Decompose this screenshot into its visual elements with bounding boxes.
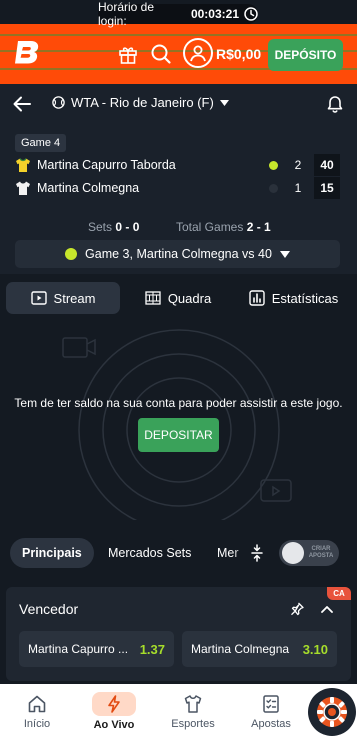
odds-button[interactable]: Martina Capurro ... 1.37 [19,631,174,667]
player-points: 40 [314,154,340,176]
balance-amount[interactable]: R$0,00 [216,46,261,62]
login-timer: Horário de login: 00:03:21 [98,0,258,28]
current-game-selector[interactable]: Game 3, Martina Colmegna vs 40 [15,240,340,268]
header-glitch-line [0,34,357,36]
tab-court[interactable]: Quadra [120,282,236,314]
login-timer-label: Horário de login: [98,0,155,28]
tab-stream[interactable]: Stream [6,282,120,314]
player-row: Martina Colmegna 1 15 [15,177,340,199]
back-arrow-icon[interactable] [12,94,32,114]
shirt-yellow-icon [15,157,31,173]
market-title: Vencedor [19,601,79,617]
total-games-summary: Total Games 2 - 1 [176,220,271,234]
betslip-icon [259,693,283,715]
odds-value: 1.37 [139,641,165,657]
court-icon [145,291,161,305]
caret-down-icon [219,99,229,106]
player-sets: 2 [294,158,302,172]
serving-indicator-icon [269,160,278,170]
shirt-white-icon [15,180,31,196]
tennis-ball-icon [65,248,78,260]
jersey-icon [181,693,205,715]
deposit-button[interactable]: DEPÓSITO [268,39,343,71]
brand-logo[interactable] [12,37,42,67]
market-tabs: Principais Mercados Sets Mer CRIAR APOST… [10,538,350,568]
nav-bets-label: Apostas [251,718,291,730]
player-name: Martina Colmegna [37,181,140,195]
league-selector[interactable]: WTA - Rio de Janeiro (F) [52,95,229,110]
casino-chip-button[interactable] [308,688,356,736]
user-avatar-icon[interactable] [183,38,213,68]
event-bar: WTA - Rio de Janeiro (F) [0,84,357,124]
nav-bets[interactable]: Apostas [236,684,306,739]
play-screen-icon [30,291,47,305]
market-tab-main[interactable]: Principais [10,538,94,568]
tennis-ball-icon [52,96,65,109]
current-game-label: Game 3, Martina Colmegna vs 40 [85,247,272,261]
winner-market: CA Vencedor Martina Capurro ... 1.37 Mar… [6,587,351,681]
clock-icon [244,7,258,21]
player-points: 15 [314,177,340,199]
serving-indicator-icon [269,183,278,193]
chevron-up-icon[interactable] [319,601,335,617]
tab-statistics-label: Estatísticas [271,290,339,306]
odds-selection-name: Martina Colmegna [191,642,290,656]
home-icon [25,693,49,715]
casino-chip-icon [315,695,349,729]
lightning-icon [92,692,136,716]
player-row: Martina Capurro Taborda 2 40 [15,154,340,176]
odds-value: 3.10 [302,641,328,657]
player-sets: 1 [294,181,302,195]
player-name: Martina Capurro Taborda [37,158,176,172]
odds-selection-name: Martina Capurro ... [28,642,129,656]
league-name: WTA - Rio de Janeiro (F) [71,95,214,110]
media-tabs: Stream Quadra Estatísticas [6,282,351,314]
scoreboard: Game 4 Martina Capurro Taborda 2 40 Mart… [0,124,357,274]
create-bet-label: CRIAR APOSTA [308,546,334,559]
caret-down-icon [279,250,290,258]
nav-sports[interactable]: Esportes [158,684,228,739]
nav-live-label: Ao Vivo [93,719,135,731]
nav-live[interactable]: Ao Vivo [79,684,149,739]
market-tab-sets[interactable]: Mercados Sets [108,538,191,568]
stream-locked-message: Tem de ter saldo na sua conta para poder… [14,396,343,410]
nav-home[interactable]: Início [2,684,72,739]
nav-sports-label: Esportes [171,718,215,730]
game-tag: Game 4 [15,134,67,152]
gift-icon[interactable] [115,41,141,67]
toggle-knob [282,542,304,564]
nav-home-label: Início [23,718,51,730]
tab-stream-label: Stream [53,290,96,306]
stream-area: Tem de ter saldo na sua conta para poder… [0,322,357,520]
search-icon[interactable] [148,41,174,67]
sets-summary: Sets 0 - 0 [88,220,140,234]
tab-statistics[interactable]: Estatísticas [236,282,351,314]
bottom-navigation: Início Ao Vivo Esportes Apostas [0,684,357,739]
tab-court-label: Quadra [167,290,212,306]
tabs-fade [232,538,252,568]
create-bet-toggle[interactable]: CRIAR APOSTA [279,540,339,566]
login-timer-value: 00:03:21 [190,7,239,21]
stats-icon [249,290,265,306]
app-header: R$0,00 DEPÓSITO [0,24,357,84]
bell-icon[interactable] [325,93,345,115]
deposit-cta-button[interactable]: DEPOSITAR [138,418,219,452]
pin-icon[interactable] [289,601,305,617]
collapse-all-icon[interactable] [250,544,264,562]
odds-button[interactable]: Martina Colmegna 3.10 [182,631,337,667]
ca-badge: CA [327,587,351,600]
